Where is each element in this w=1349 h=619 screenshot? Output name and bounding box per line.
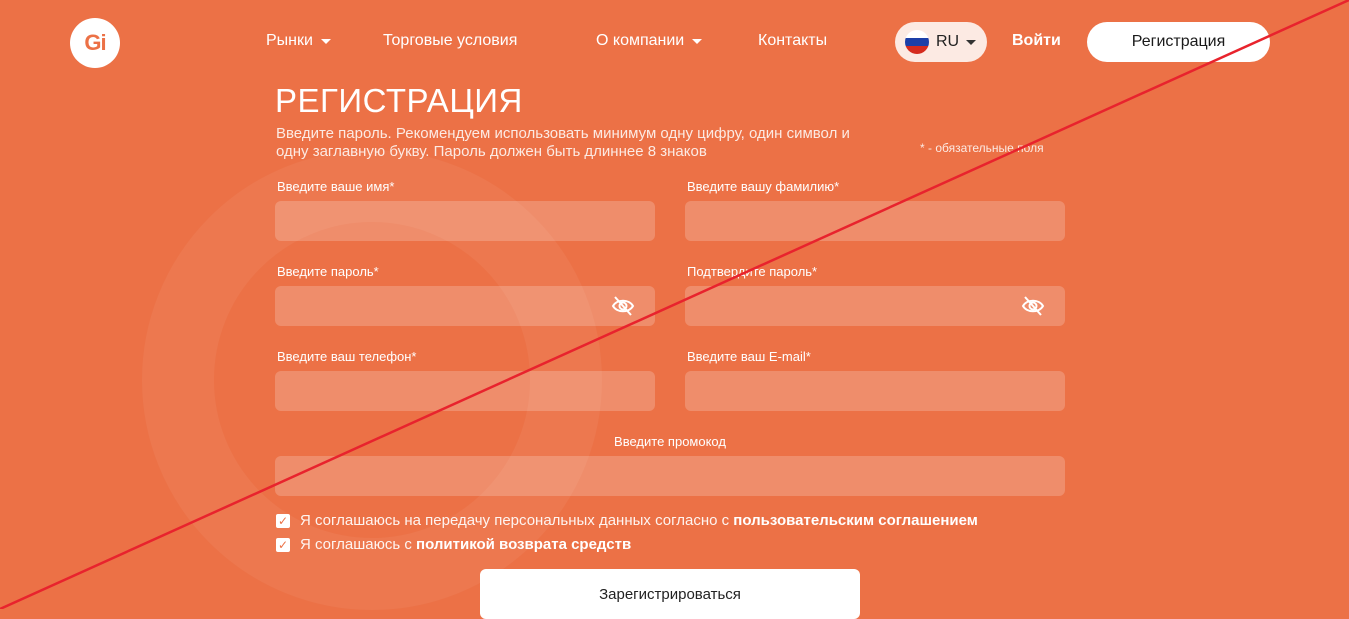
promo-code-input[interactable]: [275, 456, 1065, 496]
last-name-label: Введите вашу фамилию*: [687, 179, 840, 194]
password-input[interactable]: [275, 286, 655, 326]
page-title: РЕГИСТРАЦИЯ: [275, 82, 523, 119]
confirm-password-label: Подтвердите пароль*: [687, 264, 818, 279]
first-name-field[interactable]: [275, 201, 655, 241]
agree-refund-policy: ✓ Я соглашаюсь с политикой возврата сред…: [276, 536, 631, 553]
user-agreement-link[interactable]: пользовательским соглашением: [733, 512, 978, 529]
chevron-down-icon: [692, 38, 703, 44]
nav-markets[interactable]: Рынки: [266, 32, 331, 50]
site-header: Gi Рынки Торговые условия О компании Кон…: [0, 0, 1349, 84]
agree-refund-checkbox[interactable]: ✓: [276, 537, 290, 552]
refund-policy-link[interactable]: политикой возврата средств: [416, 536, 631, 553]
promo-code-field[interactable]: [275, 456, 1065, 496]
agree-personal-checkbox[interactable]: ✓: [276, 513, 290, 528]
russia-flag-icon: [905, 30, 929, 54]
phone-input[interactable]: [275, 371, 655, 411]
email-label: Введите ваш E-mail*: [687, 349, 811, 364]
confirm-password-field[interactable]: [685, 286, 1065, 326]
phone-label: Введите ваш телефон*: [277, 349, 417, 364]
agree-personal-text: Я соглашаюсь на передачу персональных да…: [300, 512, 734, 529]
nav-trading-conditions[interactable]: Торговые условия: [383, 32, 517, 50]
nav-trading-conditions-label: Торговые условия: [383, 32, 518, 49]
login-link[interactable]: Войти: [1012, 32, 1061, 50]
promo-code-label: Введите промокод: [614, 434, 726, 449]
password-label: Введите пароль*: [277, 264, 379, 279]
required-fields-note: * - обязательные поля: [920, 141, 1044, 155]
nav-about[interactable]: О компании: [596, 32, 703, 50]
submit-registration-button[interactable]: Зарегистрироваться: [480, 569, 860, 619]
agree-refund-text: Я соглашаюсь с: [300, 536, 417, 553]
email-field[interactable]: [685, 371, 1065, 411]
last-name-field[interactable]: [685, 201, 1065, 241]
password-hint: Введите пароль. Рекомендуем использовать…: [276, 125, 850, 160]
password-field[interactable]: [275, 286, 655, 326]
nav-markets-label: Рынки: [266, 32, 313, 49]
nav-contacts-label: Контакты: [758, 32, 828, 49]
first-name-label: Введите ваше имя*: [277, 179, 395, 194]
email-input[interactable]: [685, 371, 1065, 411]
phone-field[interactable]: [275, 371, 655, 411]
logo[interactable]: Gi: [70, 18, 120, 68]
confirm-password-input[interactable]: [685, 286, 1065, 326]
chevron-down-icon: [966, 39, 977, 45]
agree-refund-text-wrap: Я соглашаюсь с политикой возврата средст…: [300, 536, 631, 553]
agree-personal-text-wrap: Я соглашаюсь на передачу персональных да…: [300, 512, 978, 529]
nav-contacts[interactable]: Контакты: [758, 32, 827, 50]
last-name-input[interactable]: [685, 201, 1065, 241]
register-button[interactable]: Регистрация: [1087, 22, 1270, 62]
eye-slash-icon[interactable]: [611, 295, 635, 317]
language-label: RU: [936, 33, 960, 50]
chevron-down-icon: [320, 38, 331, 44]
nav-about-label: О компании: [596, 32, 685, 49]
language-selector[interactable]: RU: [895, 22, 987, 62]
first-name-input[interactable]: [275, 201, 655, 241]
agree-personal-data: ✓ Я соглашаюсь на передачу персональных …: [276, 512, 978, 529]
eye-slash-icon[interactable]: [1021, 295, 1045, 317]
